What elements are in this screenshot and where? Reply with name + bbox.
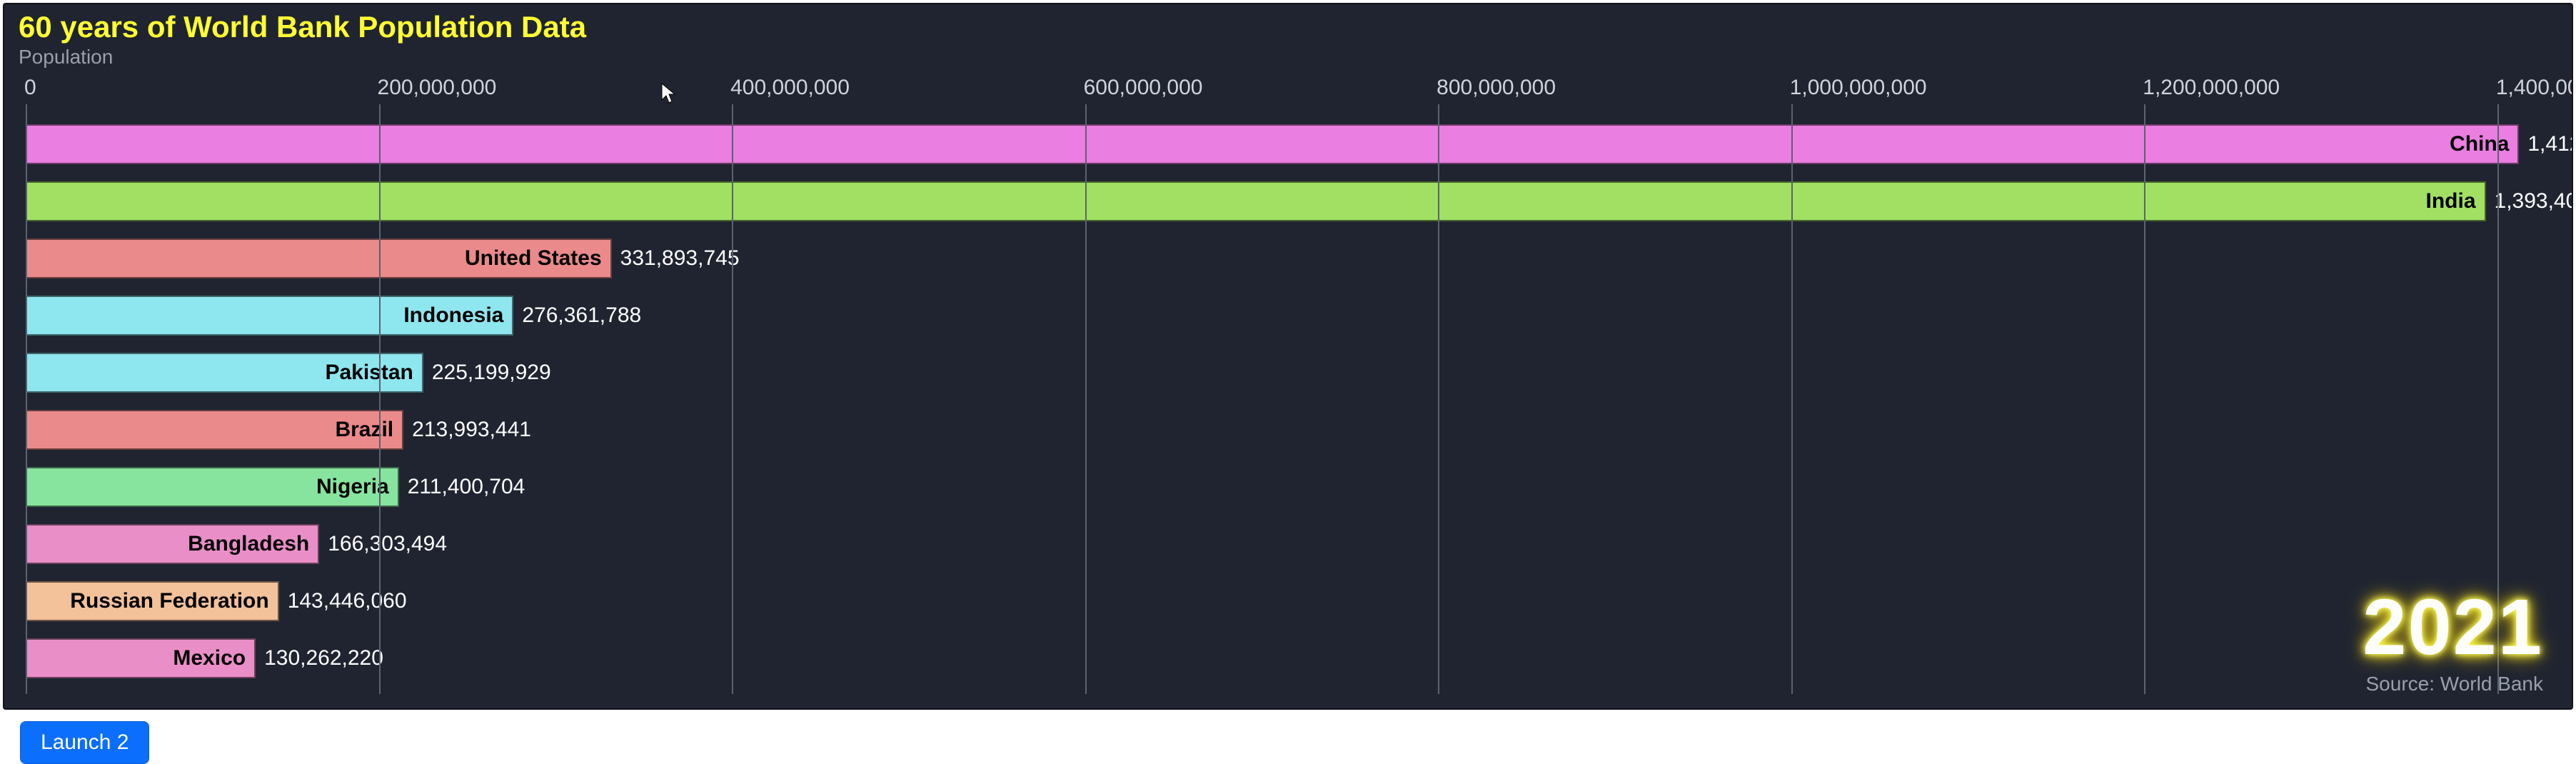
bar-value-label: 1,393,409,033 [2495, 189, 2573, 213]
x-axis-label: Population [4, 46, 2572, 69]
bar-country-label: Nigeria [316, 475, 389, 499]
bar[interactable]: Brazil [26, 410, 403, 450]
bar[interactable]: Pakistan [26, 353, 423, 393]
bar-country-label: Mexico [173, 646, 246, 670]
x-axis-tick-label: 400,000,000 [730, 76, 850, 100]
launch-button[interactable]: Launch 2 [20, 721, 149, 764]
bar[interactable]: India [26, 181, 2486, 221]
x-axis-gridline [1438, 104, 1439, 694]
x-axis-tick-label: 0 [24, 76, 36, 100]
bar-row: Mexico 130,262,220 [26, 633, 2550, 684]
bar-country-label: Indonesia [403, 303, 503, 328]
x-axis-tick-row: 0 200,000,000 400,000,000 600,000,000 800,00… [26, 76, 2550, 104]
bar-row: Russian Federation 143,446,060 [26, 575, 2550, 627]
chart-panel: 60 years of World Bank Population Data P… [3, 3, 2573, 710]
x-axis-gridline [2144, 104, 2145, 694]
bar-row: China1,412,360,000 [26, 119, 2550, 170]
bar[interactable]: Russian Federation [26, 581, 279, 621]
bar-value-label: 225,199,929 [432, 361, 551, 385]
bar-value-label: 166,303,494 [328, 532, 447, 556]
bar[interactable]: United States [26, 238, 612, 278]
chart-title: 60 years of World Bank Population Data [4, 4, 2572, 46]
bar-row: Nigeria 211,400,704 [26, 461, 2550, 513]
bar[interactable]: Mexico [26, 638, 256, 678]
bar-row: India1,393,409,033 [26, 176, 2550, 227]
bar-country-label: China [2450, 132, 2509, 156]
bar-value-label: 130,262,220 [264, 646, 383, 670]
bar-country-label: Bangladesh [188, 532, 309, 556]
bar-country-label: United States [465, 246, 602, 271]
bar-row: Brazil 213,993,441 [26, 404, 2550, 456]
bar-row: United States 331,893,745 [26, 233, 2550, 284]
x-axis-gridline [26, 104, 27, 694]
bar-value-label: 213,993,441 [412, 418, 531, 442]
x-axis-gridline [1085, 104, 1087, 694]
bar-value-label: 276,361,788 [522, 303, 641, 328]
launch-row: Launch 2 [0, 713, 2576, 764]
x-axis-tick-label: 1,400,000,000 [2496, 76, 2573, 100]
x-axis-tick-label: 600,000,000 [1084, 76, 1203, 100]
x-axis-tick-label: 800,000,000 [1437, 76, 1556, 100]
bar-country-label: Pakistan [325, 361, 413, 385]
x-axis-gridline [732, 104, 733, 694]
x-axis-tick-label: 200,000,000 [378, 76, 497, 100]
bar-value-label: 211,400,704 [408, 475, 525, 499]
year-annotation: 2021 [2363, 582, 2543, 673]
bar-row: Indonesia 276,361,788 [26, 290, 2550, 341]
bar[interactable]: Indonesia [26, 296, 513, 336]
bars-area: China1,412,360,000 India1,393,409,033 Unit… [26, 119, 2550, 694]
bar-value-label: 331,893,745 [620, 246, 740, 271]
plot-area: 0 200,000,000 400,000,000 600,000,000 800,00… [26, 76, 2550, 694]
x-axis-gridline [379, 104, 381, 694]
source-label: Source: World Bank [2366, 673, 2544, 695]
bar[interactable]: Nigeria [26, 467, 399, 507]
bar[interactable]: Bangladesh [26, 524, 319, 564]
bar-row: Bangladesh 166,303,494 [26, 518, 2550, 570]
bar-country-label: Russian Federation [70, 589, 268, 613]
bar-value-label: 1,412,360,000 [2527, 132, 2573, 156]
bar-row: Pakistan 225,199,929 [26, 347, 2550, 398]
bar-country-label: Brazil [335, 418, 393, 442]
x-axis-tick-label: 1,200,000,000 [2143, 76, 2280, 100]
x-axis-gridline [1791, 104, 1793, 694]
x-axis-tick-label: 1,000,000,000 [1790, 76, 1927, 100]
bar-country-label: India [2426, 189, 2476, 213]
bar-value-label: 143,446,060 [288, 589, 407, 613]
